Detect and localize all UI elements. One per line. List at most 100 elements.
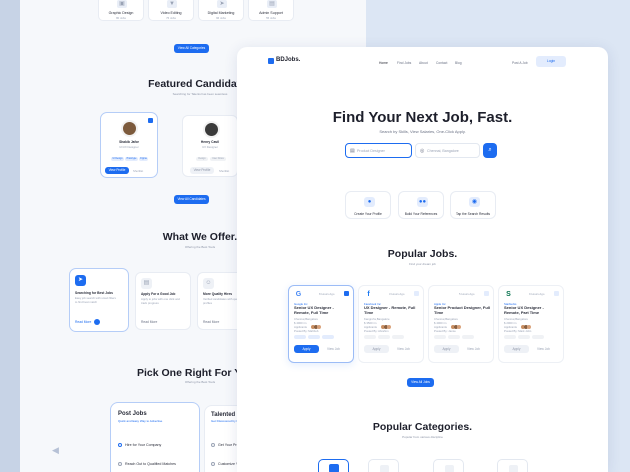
step-label: Tap the Search Results xyxy=(455,212,491,216)
post-job-link[interactable]: Post A Job xyxy=(512,61,528,65)
nav-contact[interactable]: Contact xyxy=(436,61,447,65)
job-tag xyxy=(322,335,334,339)
job-tag xyxy=(448,335,460,339)
company-logo-icon: f xyxy=(364,290,373,299)
location-pin-icon: ◎ xyxy=(420,148,425,154)
posted-by: Posted By: Jamie xyxy=(434,329,456,333)
popular-categories-title: Popular Categories. xyxy=(372,421,473,433)
apply-button[interactable]: Apply xyxy=(364,345,389,353)
view-job-link[interactable]: View Job xyxy=(537,347,550,351)
category-card[interactable]: ➤ Digital Marketing 96 Jobs xyxy=(198,0,244,21)
brand-logo[interactable]: BDJobs. xyxy=(276,57,300,63)
popular-jobs-subtitle: Find your dream job xyxy=(409,262,436,266)
read-more-link[interactable]: Read More xyxy=(75,320,91,324)
category-label: Graphic Design xyxy=(108,11,134,15)
check-icon xyxy=(211,462,215,466)
category-card[interactable] xyxy=(318,459,349,472)
view-all-categories-button[interactable]: View All Categories xyxy=(174,44,209,53)
skill-tag: Figma xyxy=(139,157,148,161)
view-profile-button[interactable]: View Profile xyxy=(190,167,214,174)
arrow-right-icon[interactable] xyxy=(94,319,100,325)
offer-card[interactable]: ▤ Apply For a Good Job Apply to jobs wit… xyxy=(135,272,191,330)
category-card[interactable] xyxy=(497,459,528,472)
bookmark-icon[interactable] xyxy=(414,291,419,296)
posted-time: 3 Hours Ago xyxy=(389,292,405,296)
read-more-link[interactable]: Read More xyxy=(141,320,157,324)
category-card[interactable]: ▣ Graphic Design 80 Jobs xyxy=(98,0,144,21)
send-icon xyxy=(445,465,454,472)
step-label: Create Your Profile xyxy=(354,212,382,216)
job-card[interactable]: f3 Hours Ago Facebook Inc UX Designer - Re… xyxy=(358,285,424,363)
posted-by: Posted By: Abrahim xyxy=(364,329,389,333)
step-card[interactable]: ●● Build Your References xyxy=(398,191,444,219)
send-icon: ➤ xyxy=(75,275,86,286)
category-label: Admin Support xyxy=(259,11,283,15)
chevron-left-icon[interactable]: ◀ xyxy=(52,445,59,456)
step-card[interactable]: ◉ Tap the Search Results xyxy=(450,191,496,219)
job-card[interactable]: S9 Hours Ago Starbucks Senior UX Designer … xyxy=(498,285,564,363)
job-tag xyxy=(308,335,320,339)
view-all-jobs-button[interactable]: View All Jobs xyxy=(407,378,434,387)
shortlist-link[interactable]: Shortlist xyxy=(133,169,143,173)
login-button[interactable]: Login xyxy=(536,56,566,67)
nav-about[interactable]: About xyxy=(419,61,428,65)
job-tag xyxy=(504,335,516,339)
view-job-link[interactable]: View Job xyxy=(467,347,480,351)
bookmark-icon[interactable] xyxy=(148,118,153,123)
job-title: Senior UX Designer - Remote, Full Time xyxy=(294,305,334,315)
view-job-link[interactable]: View Job xyxy=(327,347,340,351)
category-card[interactable]: ▤ Admin Support 55 Jobs xyxy=(248,0,294,21)
hero-title: Find Your Next Job, Fast. xyxy=(332,109,513,126)
candidate-name: Henry Cavil xyxy=(200,140,220,144)
filter-icon xyxy=(380,465,389,472)
category-count: 96 Jobs xyxy=(216,16,226,20)
bookmark-icon[interactable] xyxy=(554,291,559,296)
view-job-link[interactable]: View Job xyxy=(397,347,410,351)
bookmark-icon[interactable] xyxy=(344,291,349,296)
step-label: Build Your References xyxy=(404,212,438,216)
location-placeholder: Chennai, Bangalore xyxy=(427,149,459,153)
job-card[interactable]: G8 Hours Ago Google Inc Senior UX Designer… xyxy=(288,285,354,363)
hero-subtitle: Search by Skills, View Salaries, One-Cli… xyxy=(379,129,466,134)
nav-blog[interactable]: Blog xyxy=(455,61,462,65)
offer-heading: Apply For a Good Job xyxy=(141,292,176,296)
company-logo: G xyxy=(295,291,302,298)
location-input[interactable]: ◎ Chennai, Bangalore xyxy=(415,143,480,158)
check-icon xyxy=(211,443,215,447)
job-tag xyxy=(518,335,530,339)
read-more-link[interactable]: Read More xyxy=(203,320,219,324)
candidate-role: UX Designer xyxy=(202,145,218,149)
category-card[interactable] xyxy=(433,459,464,472)
company-logo-icon: G xyxy=(294,290,303,299)
skill-tag: User Flows xyxy=(210,157,226,161)
category-card[interactable]: ▼ Video Editing 76 Jobs xyxy=(148,0,194,21)
brand-logo-icon xyxy=(268,58,274,64)
left-strip xyxy=(0,0,20,472)
candidate-card[interactable]: Shakib Jafor UI/UX Designer UI Design Pr… xyxy=(100,112,158,178)
job-tag xyxy=(364,335,376,339)
offer-heading: Searching for Best Jobs xyxy=(75,291,113,295)
job-tag xyxy=(434,335,446,339)
shortlist-link[interactable]: Shortlist xyxy=(219,169,229,173)
search-button[interactable]: ⌕ xyxy=(483,143,497,158)
company-logo-icon: S xyxy=(504,290,513,299)
plan-card[interactable]: Post Jobs Quick and Easy Way to Advertis… xyxy=(110,402,200,472)
filter-icon: ▼ xyxy=(167,0,177,8)
category-card[interactable] xyxy=(368,459,399,472)
nav-find-jobs[interactable]: Find Jobs xyxy=(397,61,411,65)
step-card[interactable]: ● Create Your Profile xyxy=(345,191,391,219)
apply-button[interactable]: Apply xyxy=(504,345,529,353)
apply-button[interactable]: Apply xyxy=(434,345,459,353)
candidate-card[interactable]: Henry Cavil UX Designer Design User Flow… xyxy=(182,115,238,177)
apply-button[interactable]: Apply xyxy=(294,345,319,353)
search-input[interactable]: ▤ Product Designer xyxy=(345,143,412,158)
job-card[interactable]: 5 Hours Ago Apple Inc Senior Product Desig… xyxy=(428,285,494,363)
bookmark-icon[interactable] xyxy=(484,291,489,296)
job-tag xyxy=(378,335,390,339)
view-profile-button[interactable]: View Profile xyxy=(105,167,129,174)
nav-home[interactable]: Home xyxy=(379,61,388,65)
search-icon: ⌕ xyxy=(488,147,492,153)
offer-card[interactable]: ➤ Searching for Best Jobs Easy job searc… xyxy=(69,268,129,332)
view-all-candidates-button[interactable]: View All Candidates xyxy=(174,195,209,204)
briefcase-icon: ▤ xyxy=(350,148,355,154)
